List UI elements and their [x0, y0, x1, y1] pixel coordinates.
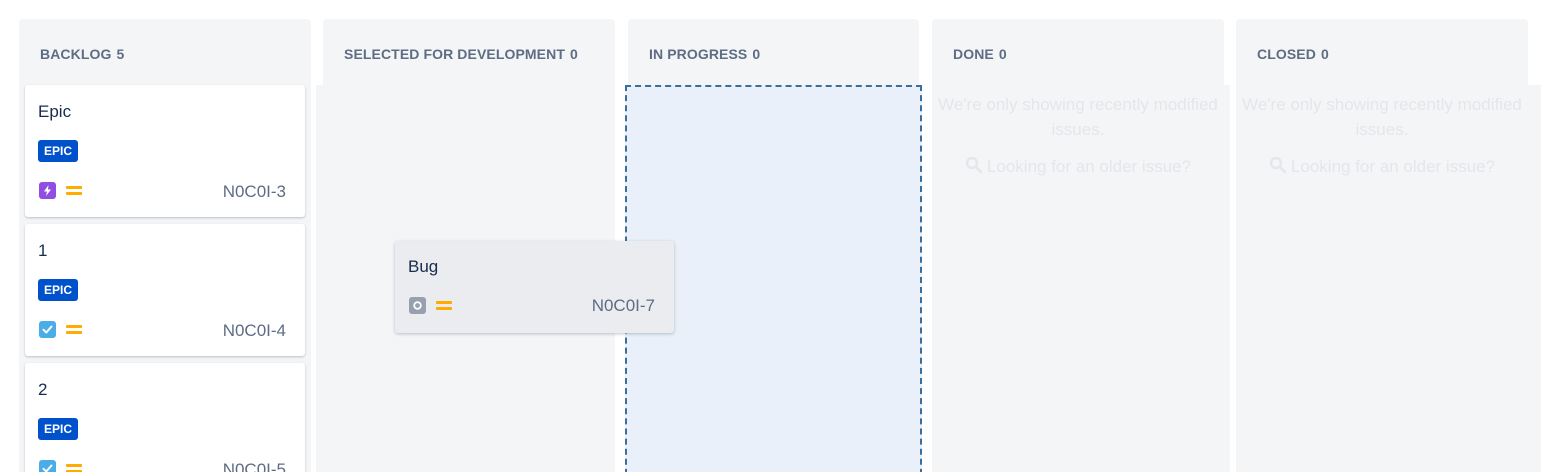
- medium-priority-icon: [66, 324, 83, 336]
- column-title: BACKLOG: [40, 46, 112, 62]
- kanban-board: BACKLOG 5 SELECTED FOR DEVELOPMENT 0 IN PR…: [0, 0, 1558, 472]
- empty-state-message: We're only showing recently modified iss…: [938, 95, 1218, 139]
- column-count: 0: [998, 46, 1007, 62]
- dragging-issue-card[interactable]: Bug N0C0I-7: [395, 241, 674, 333]
- task-icon: [39, 321, 56, 338]
- column-count: 5: [116, 46, 125, 62]
- column-header-selected: SELECTED FOR DEVELOPMENT 0: [323, 19, 615, 85]
- older-issue-link[interactable]: Looking for an older issue?: [1237, 156, 1527, 177]
- issue-key[interactable]: N0C0I-4: [223, 321, 286, 341]
- epic-icon: [39, 182, 56, 199]
- issue-card[interactable]: 1 EPIC N0C0I-4: [25, 224, 305, 356]
- column-count: 0: [1320, 46, 1329, 62]
- epic-badge[interactable]: EPIC: [38, 418, 78, 440]
- column-header-done: DONE 0: [932, 19, 1224, 85]
- column-title: CLOSED: [1257, 46, 1316, 62]
- search-icon: [1269, 156, 1287, 174]
- card-title: 1: [38, 241, 48, 260]
- column-count: 0: [752, 46, 761, 62]
- column-title: SELECTED FOR DEVELOPMENT: [344, 46, 565, 62]
- epic-badge[interactable]: EPIC: [38, 279, 78, 301]
- issue-card[interactable]: 2 EPIC N0C0I-5: [25, 363, 305, 472]
- medium-priority-icon: [66, 463, 83, 472]
- column-title: IN PROGRESS: [649, 46, 748, 62]
- epic-badge[interactable]: EPIC: [38, 140, 78, 162]
- column-header-in-progress: IN PROGRESS 0: [628, 19, 919, 85]
- task-icon: [39, 460, 56, 472]
- medium-priority-icon: [66, 185, 83, 197]
- column-body-done[interactable]: [932, 85, 1230, 472]
- older-issue-label: Looking for an older issue?: [1290, 157, 1496, 176]
- search-icon: [965, 156, 983, 174]
- card-title: Bug: [408, 257, 439, 276]
- older-issue-label: Looking for an older issue?: [986, 157, 1192, 176]
- column-header-closed: CLOSED 0: [1236, 19, 1528, 85]
- medium-priority-icon: [436, 300, 453, 312]
- issue-key[interactable]: N0C0I-5: [223, 460, 286, 472]
- issue-key[interactable]: N0C0I-3: [223, 182, 286, 202]
- older-issue-link[interactable]: Looking for an older issue?: [933, 156, 1223, 177]
- column-header-backlog: BACKLOG 5: [19, 19, 311, 85]
- empty-state-message: We're only showing recently modified iss…: [1242, 95, 1522, 139]
- column-count: 0: [569, 46, 578, 62]
- issue-card[interactable]: Epic EPIC N0C0I-3: [25, 85, 305, 217]
- card-title: 2: [38, 380, 48, 399]
- column-body-closed[interactable]: [1236, 85, 1541, 472]
- card-title: Epic: [38, 102, 72, 121]
- bug-icon: [409, 297, 426, 314]
- issue-key[interactable]: N0C0I-7: [592, 296, 655, 316]
- column-title: DONE: [953, 46, 994, 62]
